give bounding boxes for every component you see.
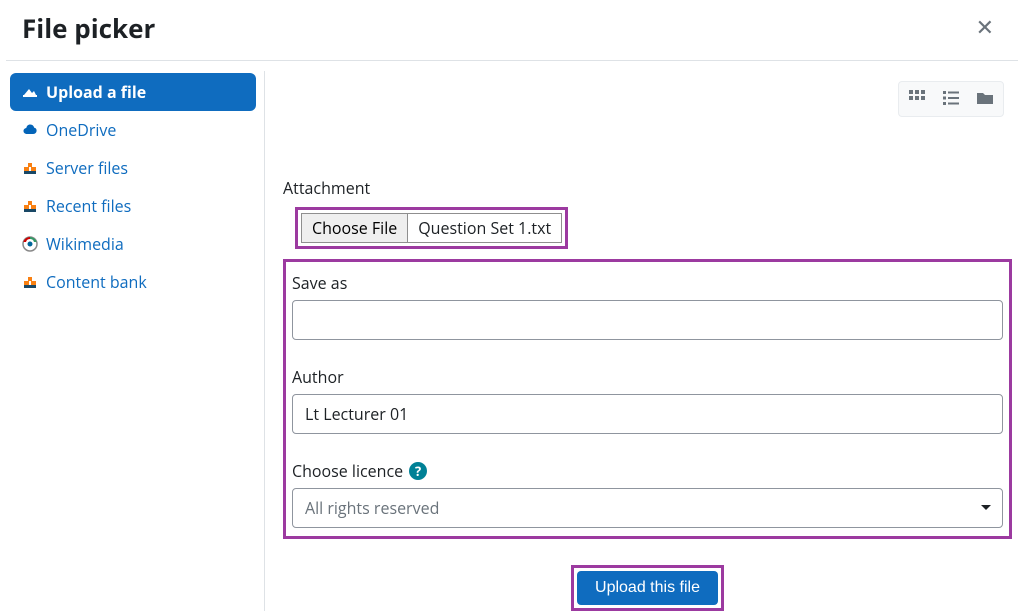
chosen-file-name: Question Set 1.txt <box>408 213 562 243</box>
server-files-icon <box>22 160 38 176</box>
upload-icon <box>22 84 38 100</box>
view-icons-button[interactable] <box>901 84 933 114</box>
sidebar-item-label: Upload a file <box>46 81 146 103</box>
sidebar-item-label: Recent files <box>46 195 131 217</box>
sidebar-item-content-bank[interactable]: Content bank <box>10 263 256 301</box>
sidebar-item-server-files[interactable]: Server files <box>10 149 256 187</box>
licence-label: Choose licence <box>292 460 403 482</box>
upload-this-file-button[interactable]: Upload this file <box>577 571 718 605</box>
grid-icon <box>908 89 926 110</box>
recent-files-icon <box>22 198 38 214</box>
sidebar-item-recent-files[interactable]: Recent files <box>10 187 256 225</box>
dialog-title: File picker <box>22 10 155 46</box>
sidebar-item-upload-a-file[interactable]: Upload a file <box>10 73 256 111</box>
sidebar-item-label: Wikimedia <box>46 233 124 255</box>
close-button[interactable]: ✕ <box>968 13 1002 43</box>
list-icon <box>942 89 960 110</box>
sidebar-item-onedrive[interactable]: OneDrive <box>10 111 256 149</box>
upload-button-highlight: Upload this file <box>571 565 724 611</box>
close-icon: ✕ <box>976 15 994 40</box>
sidebar-item-label: Content bank <box>46 271 147 293</box>
save-as-label: Save as <box>292 272 1003 294</box>
file-chooser-highlight: Choose File Question Set 1.txt <box>295 207 568 249</box>
attachment-label: Attachment <box>283 177 1012 199</box>
folder-icon <box>976 89 994 110</box>
onedrive-icon <box>22 122 38 138</box>
sidebar-item-label: Server files <box>46 157 128 179</box>
sidebar-item-label: OneDrive <box>46 119 116 141</box>
view-list-button[interactable] <box>935 84 967 114</box>
sidebar-item-wikimedia[interactable]: Wikimedia <box>10 225 256 263</box>
choose-file-button[interactable]: Choose File <box>301 213 408 243</box>
form-fields-highlight: Save as Author Choose licence ? All righ… <box>283 259 1012 539</box>
help-icon[interactable]: ? <box>409 462 427 480</box>
repository-sidebar: Upload a file OneDrive Server files Rece… <box>6 71 264 611</box>
author-label: Author <box>292 366 1003 388</box>
licence-select[interactable]: All rights reserved <box>292 488 1003 528</box>
view-tree-button[interactable] <box>969 84 1001 114</box>
author-input[interactable] <box>292 394 1003 434</box>
wikimedia-icon <box>22 236 38 252</box>
view-toggle-group <box>898 81 1004 117</box>
save-as-input[interactable] <box>292 300 1003 340</box>
content-bank-icon <box>22 274 38 290</box>
